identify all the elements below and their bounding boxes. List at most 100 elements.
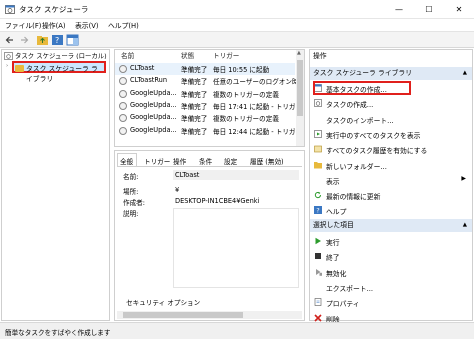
up-folder-icon[interactable]: [36, 34, 49, 46]
maximize-button[interactable]: ☐: [414, 0, 444, 19]
task-status: 準備完了: [181, 127, 208, 136]
action-item[interactable]: 表示 ▶: [310, 173, 472, 186]
action-item[interactable]: 無効化: [310, 265, 472, 278]
task-clock-icon: [119, 77, 127, 86]
task-row[interactable]: GoogleUpda... 準備完了 複数のトリガーの定義: [115, 88, 295, 100]
help-toolbar-icon[interactable]: ?: [51, 34, 64, 46]
action-item[interactable]: タスクのインポート...: [310, 112, 472, 125]
name-label: 名前:: [123, 173, 139, 181]
location-label: 場所:: [123, 188, 139, 196]
tab-divider: [117, 166, 302, 167]
action-label: すべてのタスク履歴を有効にする: [326, 147, 428, 156]
task-clock-icon: [119, 65, 127, 73]
task-scheduler-root-icon: [4, 52, 13, 60]
scroll-thumb[interactable]: [297, 60, 303, 116]
action-item[interactable]: 最新の情報に更新: [310, 188, 472, 201]
security-options-label: セキュリティ オプション: [126, 299, 201, 307]
task-name: GoogleUpda...: [130, 100, 177, 109]
toolbar: ?: [0, 31, 474, 48]
task-details: 全般 トリガー 操作 条件 設定 履歴 (無効) 名前: CLToast 場所:…: [114, 150, 305, 321]
help-icon: ?: [314, 206, 322, 215]
tab-settings[interactable]: 設定: [224, 156, 237, 166]
task-row[interactable]: GoogleUpda... 準備完了 毎日 12:44 に起動 - トリガ: [115, 125, 296, 137]
task-name: CLToastRun: [130, 76, 168, 85]
task-list: 名前 状態 トリガー CLToast 準備完了 毎日 10:55 に起動 CLToas…: [114, 49, 305, 147]
task-list-scrollbar[interactable]: ▲: [296, 50, 304, 146]
action-label: タスクのインポート...: [326, 116, 394, 125]
menu-action[interactable]: 操作(A): [42, 20, 66, 30]
action-item[interactable]: すべてのタスク履歴を有効にする: [310, 142, 472, 155]
actions-section-selected[interactable]: 選択した項目 ▲: [310, 219, 472, 232]
task-scheduler-app-icon: [5, 5, 15, 14]
scroll-up-icon[interactable]: ▲: [297, 50, 301, 56]
action-label: 最新の情報に更新: [326, 193, 381, 202]
actions-section-selected-label: 選択した項目: [313, 221, 354, 229]
menu-help[interactable]: ヘルプ(H): [108, 20, 139, 30]
task-row[interactable]: CLToast 準備完了 毎日 10:55 に起動: [115, 63, 295, 75]
action-label: 実行: [326, 239, 340, 247]
create-task-icon: [314, 99, 322, 108]
tree-root-label: タスク スケジューラ (ローカル): [15, 52, 107, 60]
task-clock-icon: [119, 114, 127, 123]
section-collapse-icon[interactable]: ▲: [463, 67, 467, 80]
column-header-name[interactable]: 名前: [121, 50, 134, 62]
forward-icon[interactable]: [18, 34, 31, 46]
tab-conditions[interactable]: 条件: [199, 156, 212, 166]
delete-icon: [314, 313, 322, 322]
status-bar: 簡単なタスクをすばやく作成します: [0, 322, 474, 339]
action-item[interactable]: エクスポート...: [310, 280, 472, 293]
task-row[interactable]: GoogleUpda... 準備完了 複数のトリガーの定義: [115, 112, 295, 124]
tree-item-library[interactable]: タスク スケジューラ ライブラリ: [12, 61, 106, 83]
action-item[interactable]: タスクの作成...: [310, 96, 472, 109]
task-status: 準備完了: [181, 90, 208, 99]
action-item[interactable]: 実行: [310, 234, 472, 247]
column-header-trigger[interactable]: トリガー: [213, 50, 239, 62]
history-icon: [314, 145, 322, 153]
highlight-create-basic-task: [313, 81, 411, 95]
location-value: ¥: [175, 186, 180, 194]
description-label: 説明:: [123, 210, 139, 218]
section-collapse-icon[interactable]: ▲: [463, 219, 467, 232]
task-row[interactable]: GoogleUpda... 準備完了 毎日 17:41 に起動 - トリガ: [115, 100, 296, 112]
action-label: ヘルプ: [326, 208, 347, 217]
tab-triggers[interactable]: トリガー: [144, 156, 170, 166]
menu-file[interactable]: ファイル(F): [5, 20, 41, 30]
actions-section-library-label: タスク スケジューラ ライブラリ: [313, 69, 413, 77]
task-trigger: 複数のトリガーの定義: [213, 90, 279, 99]
tree-expand-chevron-icon[interactable]: ›: [6, 63, 8, 69]
menu-view[interactable]: 表示(V): [75, 20, 99, 30]
tab-actions[interactable]: 操作: [173, 156, 186, 166]
navigation-tree: タスク スケジューラ (ローカル) › タスク スケジューラ ライブラリ: [1, 49, 110, 321]
action-item[interactable]: 終了: [310, 249, 472, 262]
name-field[interactable]: CLToast: [173, 170, 299, 180]
back-icon[interactable]: [4, 34, 17, 46]
show-pane-icon[interactable]: [66, 34, 79, 46]
submenu-arrow-icon: ▶: [461, 174, 466, 182]
action-label: プロパティ: [326, 300, 360, 309]
properties-icon: [314, 298, 322, 306]
column-header-status[interactable]: 状態: [181, 50, 194, 62]
tab-general[interactable]: 全般: [120, 156, 133, 166]
actions-section-library[interactable]: タスク スケジューラ ライブラリ ▲: [310, 67, 472, 80]
task-name: GoogleUpda...: [130, 113, 177, 122]
close-button[interactable]: ✕: [444, 0, 474, 19]
svg-text:?: ?: [55, 36, 59, 45]
detail-hscrollbar[interactable]: [117, 311, 302, 319]
description-field[interactable]: [173, 208, 299, 288]
detail-hscroll-thumb[interactable]: [123, 312, 243, 318]
minimize-button[interactable]: —: [384, 0, 414, 19]
action-item[interactable]: プロパティ: [310, 295, 472, 308]
run-icon: [315, 237, 321, 245]
action-item[interactable]: 実行中のすべてのタスクを表示: [310, 127, 472, 140]
action-item[interactable]: 新しいフォルダー...: [310, 158, 472, 171]
task-status: 準備完了: [181, 115, 208, 124]
author-label: 作成者:: [123, 199, 146, 207]
task-trigger: 複数のトリガーの定義: [213, 115, 279, 124]
task-clock-icon: [119, 101, 127, 110]
action-item[interactable]: ? ヘルプ: [310, 203, 472, 216]
task-trigger: 毎日 17:41 に起動 - トリガ: [213, 102, 296, 111]
title-bar: タスク スケジューラ — ☐ ✕: [0, 0, 474, 19]
task-row[interactable]: CLToastRun 準備完了 任意のユーザーのログオン時: [115, 75, 299, 87]
tab-history[interactable]: 履歴 (無効): [250, 156, 284, 166]
tree-library-label: タスク スケジューラ ライブラリ: [26, 65, 98, 83]
